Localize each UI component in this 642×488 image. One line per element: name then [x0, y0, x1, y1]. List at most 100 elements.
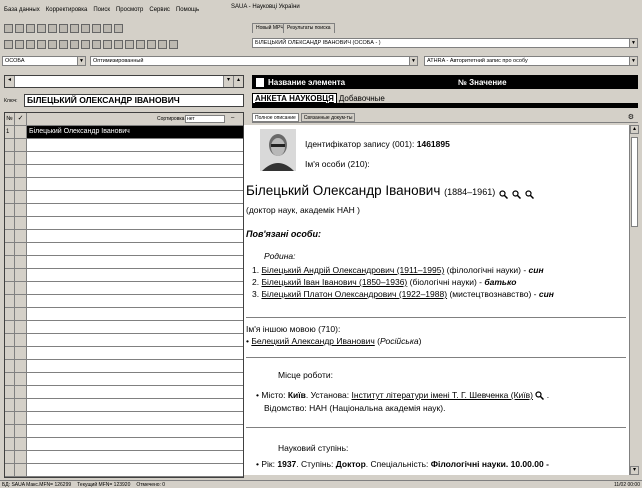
- menu-item-view[interactable]: Просмотр: [116, 7, 143, 13]
- other-lang-label: Ім'я іншою мовою (710):: [246, 324, 341, 334]
- relative-link[interactable]: Білецький Андрій Олександрович (1911–199…: [261, 265, 444, 275]
- list-item-check[interactable]: [15, 126, 27, 138]
- window-icon[interactable]: [125, 40, 134, 49]
- chevron-down-icon[interactable]: ▼: [629, 39, 637, 47]
- chevron-down-icon[interactable]: ▼: [629, 57, 637, 65]
- list-row-empty: [5, 425, 243, 438]
- list-item-label: Білецький Олександр Іванович: [27, 126, 243, 138]
- mode-combo[interactable]: Оптимизированный ▼: [90, 56, 418, 66]
- delete-icon[interactable]: [81, 24, 90, 33]
- format-icon[interactable]: [114, 24, 123, 33]
- stats-icon[interactable]: [136, 40, 145, 49]
- chevron-down-icon[interactable]: ▼: [77, 57, 85, 65]
- search-icon[interactable]: [512, 187, 521, 199]
- format-combo[interactable]: ATHRA - Авторитетний запис про особу ▼: [424, 56, 638, 66]
- vertical-scrollbar[interactable]: ▴ ▾: [629, 125, 639, 475]
- undo-icon[interactable]: [26, 24, 35, 33]
- refresh-icon[interactable]: [169, 40, 178, 49]
- app-title: SAUA - Науковці України: [231, 4, 300, 10]
- menu-item-service[interactable]: Сервис: [149, 7, 170, 13]
- paste-icon[interactable]: [81, 40, 90, 49]
- person-name: Білецький Олександр Іванович: [246, 183, 441, 198]
- person-name-label: Ім'я особи (210):: [305, 159, 370, 169]
- relative-link[interactable]: Білецький Платон Олександрович (1922–198…: [261, 289, 447, 299]
- link-icon[interactable]: [92, 40, 101, 49]
- person-photo: [260, 129, 296, 171]
- mark-icon[interactable]: [92, 24, 101, 33]
- list-row-empty: [5, 243, 243, 256]
- relative-field: (мистецтвознавство): [449, 289, 532, 299]
- dictionary-icon[interactable]: [26, 40, 35, 49]
- menu-item-search[interactable]: Поиск: [93, 7, 110, 13]
- tab-additional[interactable]: Добавочные: [337, 94, 387, 103]
- sort-select[interactable]: нет: [185, 115, 225, 123]
- key-field[interactable]: БІЛЕЦЬКИЙ ОЛЕКСАНДР ІВАНОВИЧ: [24, 94, 244, 107]
- search-icon[interactable]: [524, 187, 534, 199]
- other-lang-language: Російська: [379, 336, 419, 346]
- next-record-icon[interactable]: [59, 24, 68, 33]
- record-type-combo[interactable]: ОСОБА ▼: [2, 56, 86, 66]
- document-view: Ідентифікатор запису (001): 1461895 Ім'я…: [244, 125, 629, 475]
- doc-tabs: Полное описание Связанные докум-ты ⚙: [252, 112, 638, 123]
- person-years: (1884–1961): [444, 187, 496, 197]
- tab-search-results[interactable]: Результаты поиска: [283, 23, 335, 33]
- save-icon[interactable]: [15, 24, 24, 33]
- other-lang-link[interactable]: Белецкий Александр Иванович: [251, 336, 374, 346]
- scroll-thumb[interactable]: [631, 137, 638, 227]
- print-icon[interactable]: [103, 24, 112, 33]
- degree-spec: Філологічні науки. 10.00.00 -: [430, 459, 549, 469]
- search-icon[interactable]: [4, 40, 13, 49]
- other-lang-item: • Белецкий Александр Иванович (Російська…: [246, 336, 422, 346]
- expand-icon[interactable]: [256, 77, 264, 87]
- scroll-down-icon[interactable]: ▾: [630, 466, 639, 475]
- search-result-combo[interactable]: БІЛЕЦЬКИЙ ОЛЕКСАНДР ІВАНОВИЧ (ОСОБА - ) …: [252, 38, 638, 48]
- last-record-icon[interactable]: [70, 24, 79, 33]
- list-row-empty: [5, 451, 243, 464]
- work-inst-link[interactable]: Інститут літератури імені Т. Г. Шевченка…: [352, 390, 533, 400]
- export-icon[interactable]: [48, 40, 57, 49]
- relative-relation: син: [538, 289, 554, 299]
- dropdown-icon[interactable]: ▾: [223, 76, 233, 87]
- menu-item-edit[interactable]: Корректировка: [46, 7, 88, 13]
- relative-num: 2.: [252, 277, 260, 287]
- search-result-value: БІЛЕЦЬКИЙ ОЛЕКСАНДР ІВАНОВИЧ (ОСОБА - ): [255, 40, 381, 46]
- list-row-empty: [5, 191, 243, 204]
- relative-link[interactable]: Білецький Іван Іванович (1850–1936): [261, 277, 407, 287]
- copy-icon[interactable]: [70, 40, 79, 49]
- menu-item-help[interactable]: Помощь: [176, 7, 199, 13]
- work-city: Київ: [287, 390, 306, 400]
- new-icon[interactable]: [4, 24, 13, 33]
- menu-item-database[interactable]: База данных: [4, 7, 40, 13]
- work-dept: НАН (Національна академія наук).: [309, 403, 446, 413]
- scroll-up-icon[interactable]: ▴: [233, 76, 243, 87]
- settings-icon[interactable]: [114, 40, 123, 49]
- key-label: Ключ:: [4, 97, 18, 104]
- first-record-icon[interactable]: [37, 24, 46, 33]
- list-row-empty: [5, 152, 243, 165]
- pin-icon[interactable]: ⚙: [628, 113, 634, 121]
- tools-icon[interactable]: [103, 40, 112, 49]
- key-row: Ключ: БІЛЕЦЬКИЙ ОЛЕКСАНДР ІВАНОВИЧ: [4, 93, 244, 108]
- chevron-down-icon[interactable]: ▼: [409, 57, 417, 65]
- tab-related-docs[interactable]: Связанные докум-ты: [300, 112, 356, 122]
- list-row-empty: [5, 399, 243, 412]
- list-item[interactable]: 1 Білецький Олександр Іванович: [5, 126, 243, 139]
- table-icon[interactable]: [37, 40, 46, 49]
- key-input-area[interactable]: ◂ ▾ ▴: [4, 75, 244, 88]
- tab-scientist-form[interactable]: АНКЕТА НАУКОВЦЯ: [252, 93, 337, 103]
- close-icon[interactable]: –: [231, 115, 234, 121]
- relative-item: 1. Білецький Андрій Олександрович (1911–…: [252, 265, 544, 275]
- tab-full-description[interactable]: Полное описание: [252, 112, 299, 122]
- search-icon[interactable]: [535, 391, 545, 401]
- search-icon[interactable]: [499, 187, 508, 199]
- prev-record-icon[interactable]: [48, 24, 57, 33]
- col-check-header[interactable]: ✓: [15, 113, 27, 125]
- grid-icon[interactable]: [158, 40, 167, 49]
- list-row-empty: [5, 282, 243, 295]
- left-arrow-icon[interactable]: ◂: [5, 76, 15, 87]
- list-row-empty: [5, 334, 243, 347]
- book-icon[interactable]: [147, 40, 156, 49]
- filter-icon[interactable]: [15, 40, 24, 49]
- import-icon[interactable]: [59, 40, 68, 49]
- scroll-up-icon[interactable]: ▴: [630, 125, 639, 134]
